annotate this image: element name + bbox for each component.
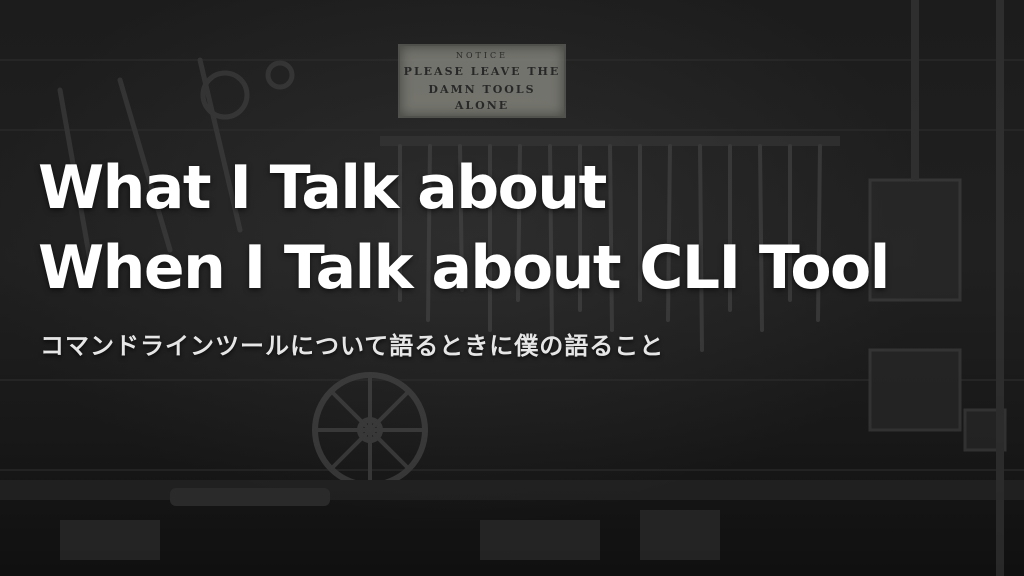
notice-sign: NOTICE PLEASE LEAVE THE DAMN TOOLS ALONE xyxy=(398,44,566,118)
title-block: What I Talk about When I Talk about CLI … xyxy=(38,148,998,308)
notice-sign-line: PLEASE LEAVE THE xyxy=(403,65,561,78)
slide-title-line-1: What I Talk about xyxy=(38,153,607,223)
notice-sign-line: DAMN TOOLS ALONE xyxy=(428,83,536,112)
slide-subtitle: コマンドラインツールについて語るときに僕の語ること xyxy=(40,332,665,360)
slide: NOTICE PLEASE LEAVE THE DAMN TOOLS ALONE… xyxy=(0,0,1024,576)
slide-title-line-2: When I Talk about CLI Tool xyxy=(38,233,890,303)
notice-sign-heading: NOTICE xyxy=(455,51,508,60)
